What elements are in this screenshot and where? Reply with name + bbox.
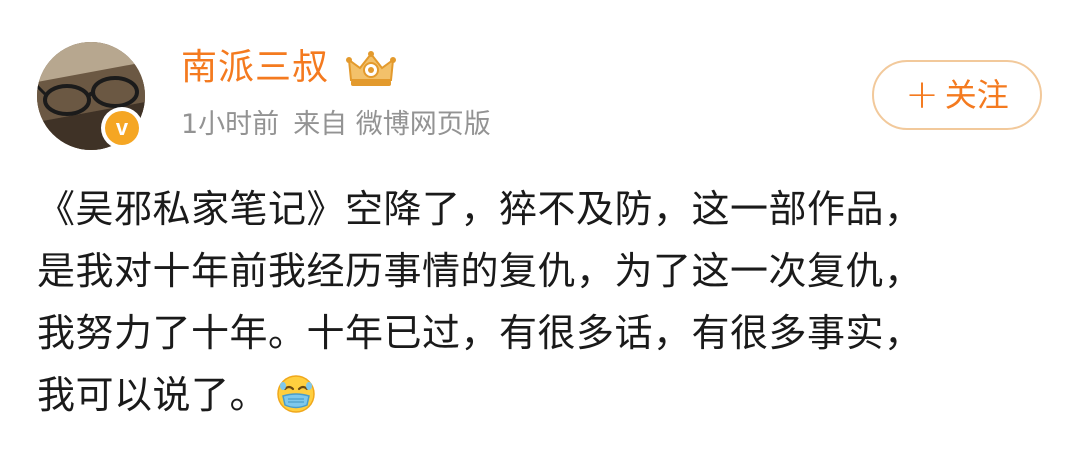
username[interactable]: 南派三叔 [181,44,329,92]
post-content-line: 是我对十年前我经历事情的复仇，为了这一次复仇， [37,249,923,293]
post-content: 《吴邪私家笔记》空降了，猝不及防，这一部作品， 是我对十年前我经历事情的复仇，为… [37,178,1047,426]
crown-icon [346,51,396,86]
post-content-line: 我努力了十年。十年已过，有很多话，有很多事实， [37,311,923,355]
post-source[interactable]: 来自 微博网页版 [293,109,491,140]
post-content-last-line: 我可以说了。 [37,364,1047,426]
follow-button-label: 关注 [944,76,1009,114]
post-content-line: 我可以说了。 [37,373,269,417]
face-with-mask-emoji-icon [277,375,315,413]
plus-icon: + [905,72,939,118]
post-time: 1小时前 [181,109,280,140]
weibo-post: v 南派三叔 1小时前 来自 微博网页版 + 关注 《吴邪私家笔记》空降了，猝不及防… [0,0,1080,449]
verified-badge-icon: v [101,107,143,149]
follow-button[interactable]: + 关注 [872,60,1042,130]
post-content-line: 《吴邪私家笔记》空降了，猝不及防，这一部作品， [37,187,923,231]
post-meta: 1小时前 来自 微博网页版 [181,106,491,144]
